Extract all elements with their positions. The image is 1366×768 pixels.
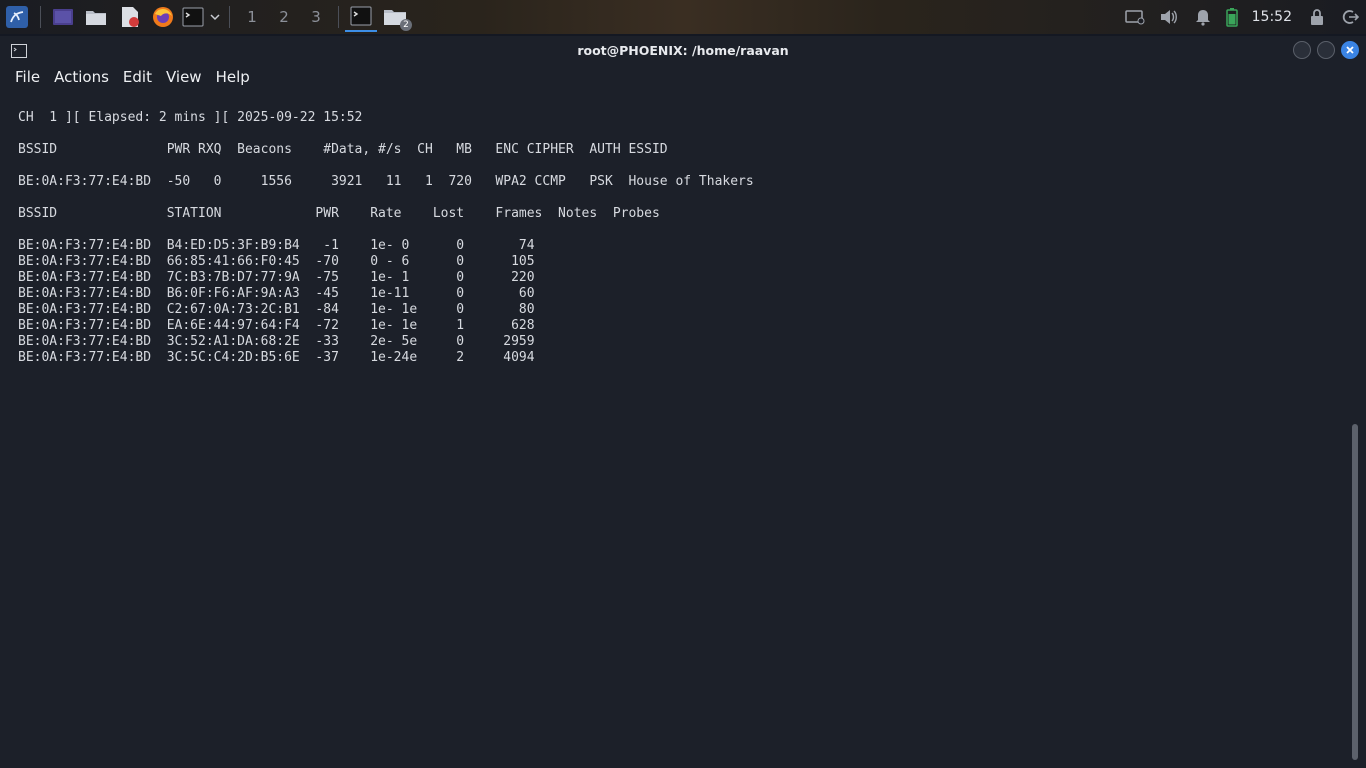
workspace-3[interactable]: 3 — [300, 2, 332, 32]
terminal-output[interactable]: CH 1 ][ Elapsed: 2 mins ][ 2025-09-22 15… — [0, 90, 1346, 768]
station-table-header: BSSID STATION PWR Rate Lost Frames Notes… — [18, 206, 660, 221]
vertical-scrollbar[interactable] — [1352, 424, 1358, 760]
text-editor-icon[interactable] — [113, 2, 147, 32]
maximize-button[interactable] — [1317, 41, 1335, 59]
terminal-task-icon[interactable] — [345, 2, 377, 32]
station-row: BE:0A:F3:77:E4:BD EA:6E:44:97:64:F4 -72 … — [18, 318, 535, 333]
firefox-icon[interactable] — [147, 2, 179, 32]
status-line: CH 1 ][ Elapsed: 2 mins ][ 2025-09-22 15… — [18, 110, 363, 125]
top-panel: 1 2 3 2 15:52 — [0, 0, 1366, 34]
lock-icon[interactable] — [1300, 2, 1334, 32]
volume-icon[interactable] — [1152, 2, 1186, 32]
menu-view[interactable]: View — [159, 68, 209, 86]
menu-bar: File Actions Edit View Help — [0, 64, 1366, 90]
close-button[interactable] — [1341, 41, 1359, 59]
system-tray: 15:52 — [1118, 2, 1366, 32]
menu-actions[interactable]: Actions — [47, 68, 116, 86]
window-controls — [1293, 41, 1359, 59]
window-titlebar[interactable]: root@PHOENIX: /home/raavan — [0, 36, 1366, 64]
logout-icon[interactable] — [1334, 2, 1366, 32]
window-title: root@PHOENIX: /home/raavan — [577, 42, 789, 58]
battery-icon[interactable] — [1220, 2, 1244, 32]
clock[interactable]: 15:52 — [1244, 9, 1300, 25]
notifications-icon[interactable] — [1186, 2, 1220, 32]
station-row: BE:0A:F3:77:E4:BD 66:85:41:66:F0:45 -70 … — [18, 254, 535, 269]
station-row: BE:0A:F3:77:E4:BD B4:ED:D5:3F:B9:B4 -1 1… — [18, 238, 535, 253]
task-count-badge: 2 — [400, 19, 412, 31]
station-row: BE:0A:F3:77:E4:BD C2:67:0A:73:2C:B1 -84 … — [18, 302, 535, 317]
dropdown-icon[interactable] — [207, 2, 223, 32]
workspace-2[interactable]: 2 — [268, 2, 300, 32]
ap-row: BE:0A:F3:77:E4:BD -50 0 1556 3921 11 1 7… — [18, 174, 754, 189]
minimize-button[interactable] — [1293, 41, 1311, 59]
menu-edit[interactable]: Edit — [116, 68, 159, 86]
station-row: BE:0A:F3:77:E4:BD 3C:52:A1:DA:68:2E -33 … — [18, 334, 535, 349]
menu-help[interactable]: Help — [209, 68, 257, 86]
monitor-icon[interactable] — [1118, 2, 1152, 32]
workspace-1[interactable]: 1 — [236, 2, 268, 32]
desktop-icon[interactable] — [47, 2, 79, 32]
terminal-window: root@PHOENIX: /home/raavan File Actions … — [0, 36, 1366, 768]
panel-separator — [40, 6, 41, 28]
station-row: BE:0A:F3:77:E4:BD 7C:B3:7B:D7:77:9A -75 … — [18, 270, 535, 285]
menu-file[interactable]: File — [8, 68, 47, 86]
file-manager-icon[interactable] — [79, 2, 113, 32]
panel-separator — [338, 6, 339, 28]
panel-separator — [229, 6, 230, 28]
terminal-launcher-icon[interactable] — [179, 2, 207, 32]
station-row: BE:0A:F3:77:E4:BD B6:0F:F6:AF:9A:A3 -45 … — [18, 286, 535, 301]
folder-task-icon[interactable]: 2 — [377, 2, 413, 32]
station-row: BE:0A:F3:77:E4:BD 3C:5C:C4:2D:B5:6E -37 … — [18, 350, 535, 365]
ap-table-header: BSSID PWR RXQ Beacons #Data, #/s CH MB E… — [18, 142, 668, 157]
kali-menu-icon[interactable] — [0, 2, 34, 32]
